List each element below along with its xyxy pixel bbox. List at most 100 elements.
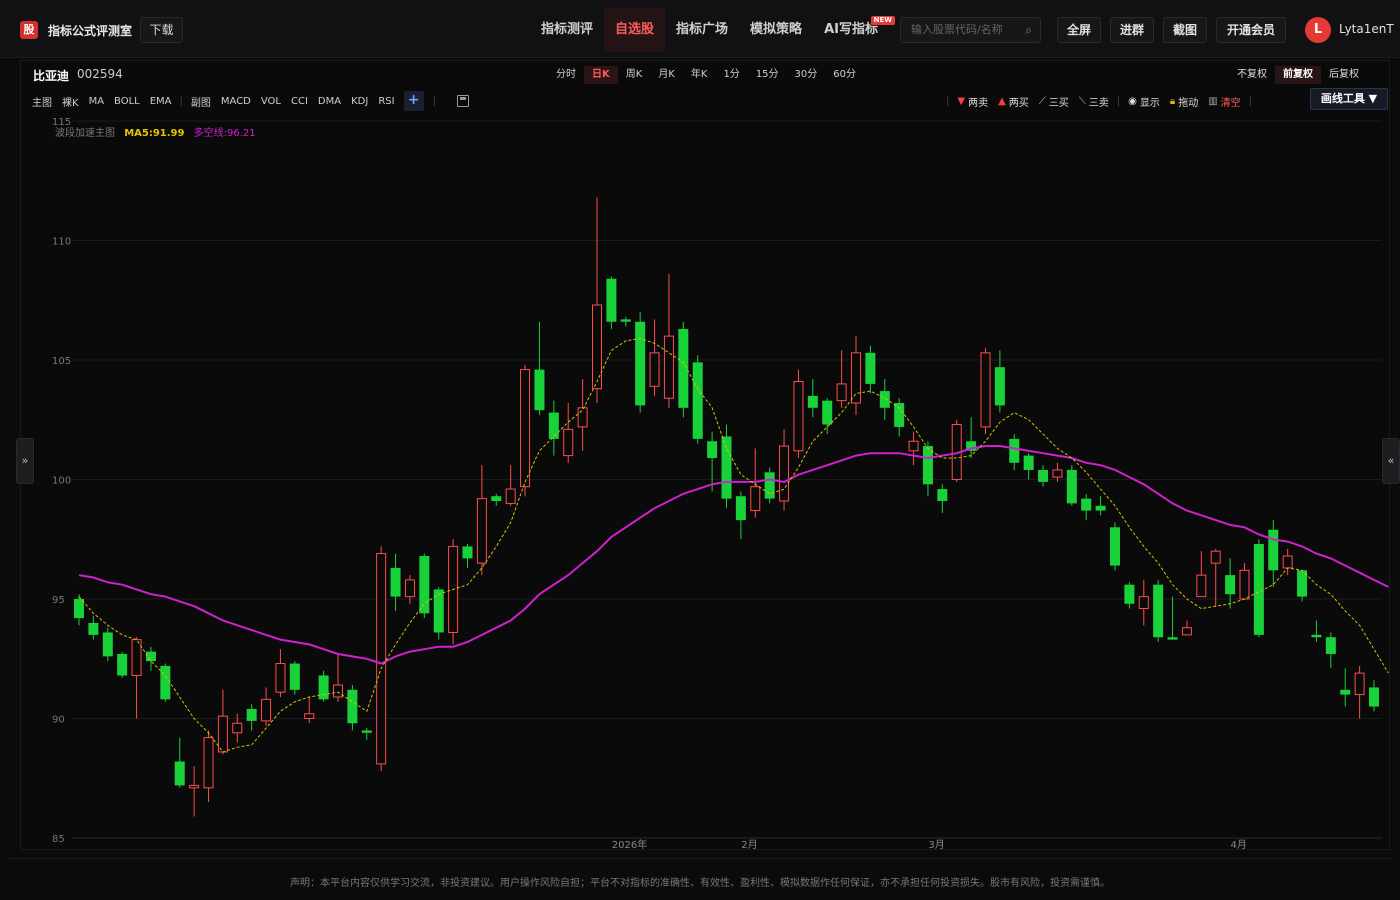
candle-body <box>692 362 703 439</box>
duokong-line <box>78 445 1389 665</box>
candle-body <box>419 555 430 614</box>
candle-body <box>1210 550 1221 564</box>
candle-body <box>275 663 286 693</box>
y-tick-label: 100 <box>52 476 71 487</box>
candle-body <box>1239 569 1250 600</box>
candle-body <box>1038 469 1049 482</box>
candle-body <box>117 653 128 676</box>
candle-body <box>131 639 142 676</box>
candle-body <box>361 730 372 733</box>
divider <box>8 858 1392 859</box>
candle-body <box>1340 689 1351 695</box>
candle-body <box>217 715 228 753</box>
candle-body <box>620 319 631 322</box>
candle-body <box>606 278 617 322</box>
candle-body <box>462 546 473 559</box>
candle-body <box>980 352 991 428</box>
y-tick-label: 95 <box>52 595 65 606</box>
candle-body <box>663 335 674 399</box>
candle-body <box>807 395 818 408</box>
legend-main: 波段加速主图 <box>55 128 115 139</box>
candle-body <box>1138 596 1149 610</box>
candle-body <box>404 579 415 598</box>
candle-body <box>189 784 200 789</box>
candle-body <box>376 553 387 765</box>
candle-body <box>649 352 660 387</box>
indicator-legend: 波段加速主图 MA5:91.99 多空线:96.21 <box>55 124 256 139</box>
candle-body <box>1181 627 1192 636</box>
candle-body <box>433 589 444 633</box>
candle-body <box>678 328 689 408</box>
candle-body <box>74 599 84 619</box>
ma5-line <box>78 337 1389 753</box>
x-tick-label: 4月 <box>1231 839 1247 851</box>
candle-body <box>563 428 574 457</box>
candle-body <box>879 391 890 408</box>
candle-body <box>318 675 329 700</box>
candle-body <box>1110 527 1120 566</box>
candle-body <box>1095 505 1106 511</box>
candle-body <box>304 713 315 719</box>
candle-body <box>289 663 300 690</box>
candle-body <box>937 489 948 502</box>
candle-body <box>793 381 804 452</box>
candle-body <box>894 403 905 427</box>
candle-body <box>476 498 487 564</box>
candle-body <box>635 321 646 406</box>
candle-body <box>750 486 761 512</box>
candle-body <box>1196 574 1207 598</box>
legend-ma5: MA5:91.99 <box>124 128 185 139</box>
y-tick-label: 90 <box>52 715 65 726</box>
candle-body <box>735 496 746 521</box>
y-tick-label: 85 <box>52 834 65 845</box>
disclaimer-text: 声明：本平台内容仅供学习交流，非投资建议。用户操作风险自担；平台不对指标的准确性… <box>290 878 1110 889</box>
candle-body <box>922 446 933 485</box>
candle-body <box>261 698 272 722</box>
x-tick-label: 3月 <box>928 839 944 851</box>
candle-body <box>1081 498 1092 511</box>
candle-body <box>548 412 559 439</box>
candle-body <box>534 369 545 411</box>
candle-body <box>1354 672 1365 696</box>
candle-body <box>333 684 343 698</box>
candle-body <box>577 407 588 428</box>
candle-body <box>1153 584 1164 638</box>
candle-body <box>102 632 113 657</box>
candle-body <box>88 622 99 635</box>
legend-duokong: 多空线:96.21 <box>193 128 256 139</box>
candle-body <box>721 436 732 499</box>
candle-body <box>390 567 401 597</box>
x-tick-label: 2026年 <box>612 838 647 851</box>
candle-body <box>1124 584 1135 604</box>
candle-body <box>491 496 502 502</box>
candle-body <box>145 651 156 662</box>
candle-body <box>994 367 1005 406</box>
candle-body <box>1023 455 1034 470</box>
candle-body <box>707 441 718 458</box>
candle-body <box>505 488 516 504</box>
candle-body <box>160 665 171 700</box>
candle-body <box>520 369 531 488</box>
candle-body <box>1253 544 1264 635</box>
candle-body <box>174 761 185 786</box>
candle-body <box>836 383 847 402</box>
candle-body <box>1311 634 1322 638</box>
candle-body <box>779 445 790 502</box>
candle-body <box>1282 555 1293 569</box>
candle-body <box>592 304 602 390</box>
candle-body <box>822 400 833 425</box>
candle-body <box>865 352 876 384</box>
candle-body <box>232 722 243 734</box>
candle-body <box>246 708 257 721</box>
candle-body <box>1009 438 1020 463</box>
x-tick-label: 2月 <box>741 839 757 851</box>
candle-body <box>1167 637 1178 640</box>
candle-body <box>1268 529 1279 571</box>
candle-body <box>1369 687 1379 707</box>
candle-body <box>1066 469 1077 504</box>
candle-body <box>347 689 358 724</box>
candle-body <box>908 440 919 452</box>
candle-body <box>851 352 861 404</box>
candle-body <box>1225 575 1236 595</box>
y-tick-label: 105 <box>52 356 71 367</box>
